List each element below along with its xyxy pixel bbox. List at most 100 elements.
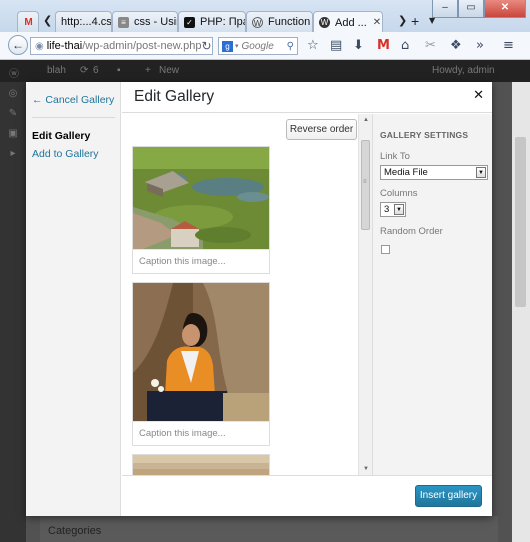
posts-icon[interactable]: ✎ [7,108,19,120]
new-plus-icon[interactable]: + [145,65,151,76]
tab-4[interactable]: W Function ... [246,11,313,32]
stackoverflow-icon: ≡ [118,16,129,28]
tab-label: http:...4.css [61,16,112,28]
random-order-label: Random Order [380,226,443,237]
bookmark-star-icon[interactable]: ☆ [307,39,319,53]
close-icon[interactable]: ✕ [473,88,484,103]
search-placeholder: Google [241,40,274,52]
window-controls: – ▭ ✕ [432,0,526,18]
gallery-attachments: Reverse order Caption this image... Capt… [122,114,372,475]
comments-icon[interactable]: ▪ [117,65,121,76]
new-tab-icon[interactable]: + [411,13,419,29]
dashboard-icon[interactable]: ◎ [7,88,19,100]
thumbnail-image[interactable] [133,147,269,249]
tab-label: PHP: Пра... [200,16,245,28]
wp-admin-sidebar: ◎ ✎ ▣ ▸ [0,82,26,542]
reading-list-icon[interactable]: ▤ [330,39,342,53]
columns-select[interactable]: 3 ▼ [380,202,406,217]
insert-gallery-button[interactable]: Insert gallery [415,485,482,507]
partial-photo [133,455,269,475]
attachment-item[interactable]: Caption this image... [132,282,270,446]
site-name[interactable]: blah [47,65,66,76]
wp-logo-icon[interactable]: ⓦ [9,65,19,80]
categories-box [40,516,498,542]
addon-icon[interactable]: ❖ [450,39,462,53]
gmail-notifier-icon[interactable]: M [377,39,390,53]
globe-icon: ◉ [35,40,44,52]
google-icon: g [222,40,233,52]
search-dropdown-icon[interactable]: ▾ [235,42,239,50]
back-icon[interactable]: ← [8,35,28,55]
menu-separator [32,117,115,118]
attachment-item[interactable]: Caption this image... [132,146,270,274]
gmail-icon: M [24,16,33,28]
tab-label: css - Usin... [134,16,177,28]
wp-admin-bar: ⓦ blah ⟳ 6 ▪ + New Howdy, admin [0,60,530,82]
tab-gmail[interactable]: M [17,11,39,32]
chevron-down-icon: ▼ [476,167,486,178]
scroll-up-icon[interactable]: ▲ [363,117,369,123]
page-scrollbar-thumb[interactable] [515,137,526,307]
link-to-select[interactable]: Media File ▼ [380,165,488,180]
tab-label: Function ... [268,16,312,28]
url-path: /wp-admin/post-new.php [82,40,202,52]
overflow-chevron-icon[interactable]: » [476,39,484,53]
maximize-icon[interactable]: ▭ [458,0,484,18]
menu-icon[interactable]: ≡ [503,39,514,53]
tools-icon[interactable]: ✂ [425,39,436,53]
random-order-checkbox[interactable] [381,245,390,254]
media-icon[interactable]: ▣ [7,128,19,140]
tab-1[interactable]: http:...4.css [55,11,112,32]
menu-item-add-to-gallery[interactable]: Add to Gallery [32,148,99,160]
tab-list-icon[interactable]: ▼ [429,16,435,25]
browser-tabstrip: – ▭ ✕ M ❮ http:...4.css ≡ css - Usin... … [0,0,530,33]
url-host: life-thai [46,40,83,52]
tab-scroll-right-icon[interactable]: ❯ [398,14,407,27]
caption-input[interactable]: Caption this image... [133,421,269,445]
attachment-item[interactable] [132,454,270,475]
chevron-down-icon: ▼ [394,204,404,215]
scroll-down-icon[interactable]: ▼ [363,466,369,472]
media-menu: ← Cancel Gallery Edit Gallery Add to Gal… [26,82,121,516]
updates-count: 6 [93,65,99,76]
modal-title: Edit Gallery [134,88,215,105]
search-icon[interactable]: ⚲ [287,41,294,52]
tab-label: Add ... [335,16,367,29]
download-icon[interactable]: ⬇ [353,39,364,53]
new-label[interactable]: New [159,65,179,76]
modal-toolbar: Insert gallery [122,475,492,516]
howdy-user[interactable]: Howdy, admin [432,65,495,76]
landscape-photo [133,147,269,249]
gallery-settings: GALLERY SETTINGS Link To Media File ▼ Co… [372,114,492,475]
minimize-icon[interactable]: – [432,0,458,18]
tab-3[interactable]: ✓ PHP: Пра... [178,11,246,32]
menu-item-edit-gallery[interactable]: Edit Gallery [32,130,90,142]
tab-scroll-left-icon[interactable]: ❮ [43,14,52,27]
pages-icon[interactable]: ▸ [7,148,19,160]
cancel-gallery-link[interactable]: ← Cancel Gallery [32,94,114,106]
thumbnail-image[interactable] [133,455,269,475]
tab-close-icon[interactable]: ✕ [367,17,381,28]
wordpress-icon: W [319,17,330,28]
thumbnail-image[interactable] [133,283,269,421]
reload-icon[interactable]: ↻ [201,39,211,53]
columns-value: 3 [384,204,390,215]
window-close-icon[interactable]: ✕ [484,0,526,18]
tab-2[interactable]: ≡ css - Usin... [112,11,178,32]
reverse-order-button[interactable]: Reverse order [286,119,357,140]
search-bar[interactable]: g ▾ Google ⚲ [218,37,298,55]
columns-label: Columns [380,188,418,199]
attachments-scrollbar[interactable]: ▲ ≡ ▼ [358,114,372,475]
url-bar[interactable]: ◉ life-thai/wp-admin/post-new.php ↻ [30,37,213,55]
settings-heading: GALLERY SETTINGS [380,130,469,140]
tab-active[interactable]: W Add ... ✕ [313,11,383,33]
scrollbar-thumb[interactable]: ≡ [361,140,370,230]
wordpress-icon: W [252,16,263,28]
edit-gallery-modal: ← Cancel Gallery Edit Gallery Add to Gal… [26,82,492,516]
updates-icon[interactable]: ⟳ [80,65,88,76]
link-to-label: Link To [380,151,410,162]
caption-input[interactable]: Caption this image... [133,249,269,273]
modal-title-bar: Edit Gallery ✕ [122,82,492,113]
page-scrollbar[interactable] [512,82,530,542]
home-icon[interactable]: ⌂ [401,39,409,53]
